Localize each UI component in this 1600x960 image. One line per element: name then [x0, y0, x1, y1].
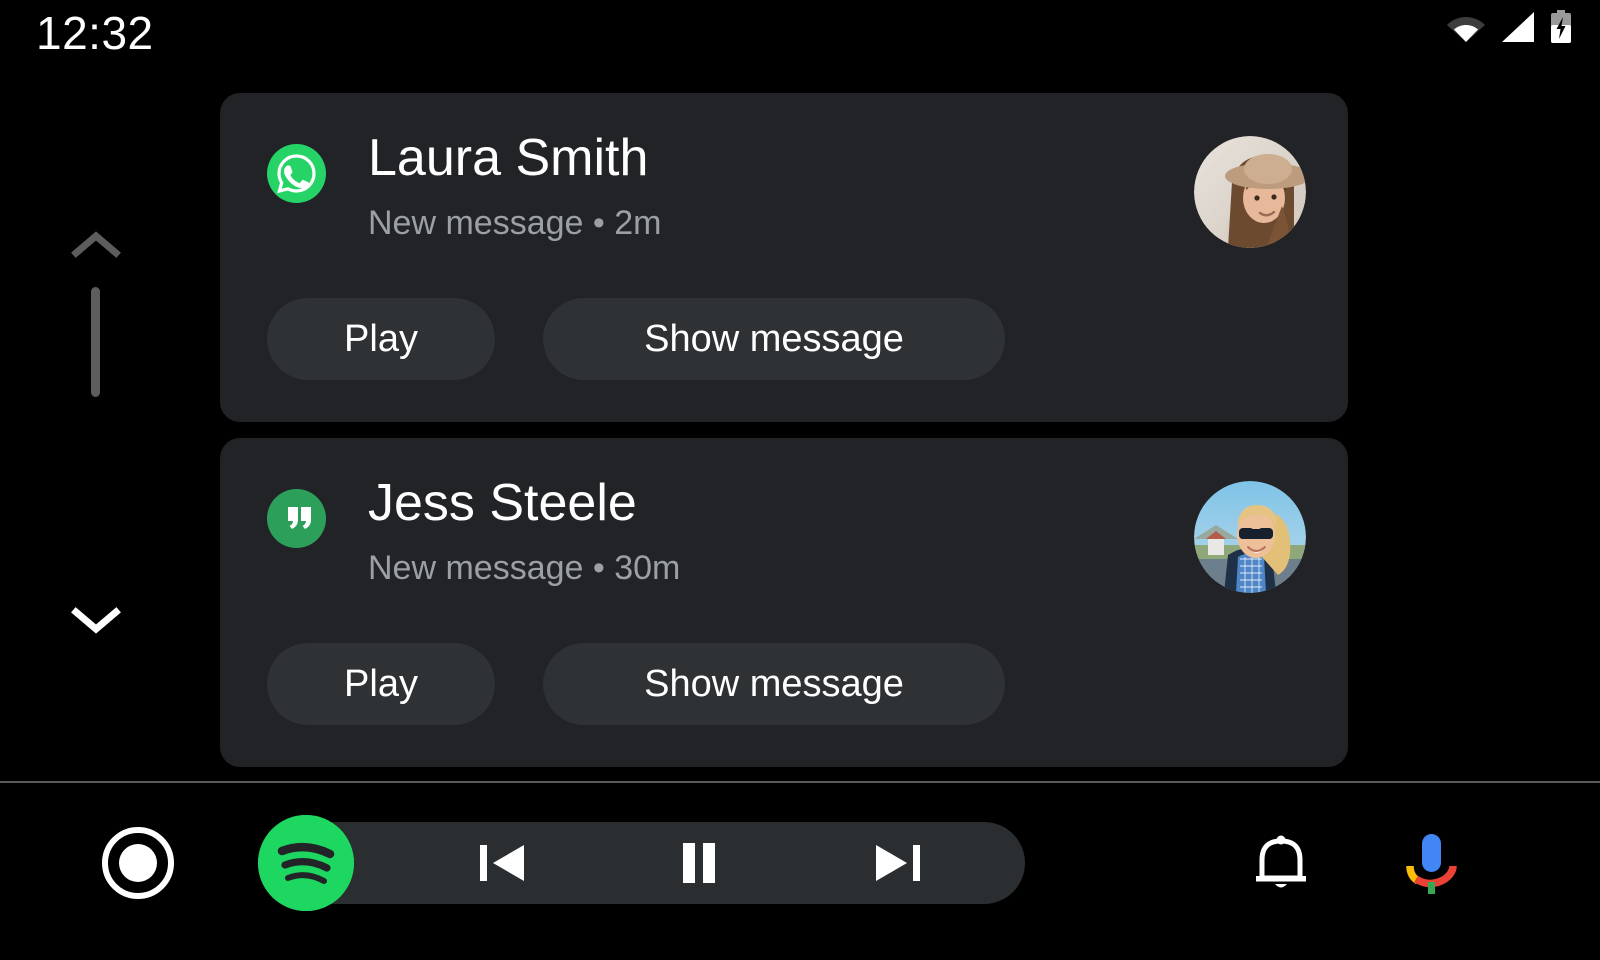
status-icons: [1446, 10, 1572, 44]
spotify-icon[interactable]: [258, 815, 354, 911]
skip-previous-button[interactable]: [468, 828, 538, 898]
skip-next-button[interactable]: [862, 828, 932, 898]
scroll-rail: [64, 215, 128, 665]
notification-header: Jess Steele New message • 30m: [220, 438, 1348, 603]
show-message-button[interactable]: Show message: [543, 643, 1005, 725]
notification-text: Laura Smith New message • 2m: [368, 123, 661, 247]
notification-sender: Laura Smith: [368, 129, 649, 187]
notification-header: Laura Smith New message • 2m: [220, 93, 1348, 258]
whatsapp-icon: [267, 144, 326, 203]
google-assistant-mic-icon[interactable]: [1395, 828, 1467, 900]
scrollbar-thumb[interactable]: [91, 287, 100, 397]
hangouts-icon: [267, 489, 326, 548]
notification-text: Jess Steele New message • 30m: [368, 468, 680, 592]
show-message-button[interactable]: Show message: [543, 298, 1005, 380]
scroll-down-button[interactable]: [64, 600, 128, 640]
notification-actions: Play Show message: [267, 298, 1005, 380]
notification-card[interactable]: Jess Steele New message • 30m Play Show …: [220, 438, 1348, 767]
jess-steele-avatar: [1194, 481, 1306, 593]
play-button[interactable]: Play: [267, 298, 495, 380]
play-button[interactable]: Play: [267, 643, 495, 725]
notifications-bell-icon[interactable]: [1245, 828, 1317, 900]
android-auto-notification-screen: 12:32 Laura Smith New message • 2m Play …: [0, 0, 1600, 960]
wifi-icon: [1446, 11, 1486, 43]
cellular-signal-icon: [1500, 11, 1536, 43]
battery-charging-icon: [1550, 10, 1572, 44]
notification-actions: Play Show message: [267, 643, 1005, 725]
notification-list: Laura Smith New message • 2m Play Show m…: [220, 93, 1348, 767]
status-clock: 12:32: [36, 7, 154, 59]
notification-subline: New message • 30m: [368, 549, 681, 587]
notification-sender: Jess Steele: [368, 474, 637, 532]
home-button[interactable]: [100, 825, 176, 901]
status-bar: 12:32: [0, 0, 1600, 70]
laura-smith-avatar: [1194, 136, 1306, 248]
pause-button[interactable]: [664, 828, 734, 898]
notification-subline: New message • 2m: [368, 204, 662, 242]
scroll-up-button[interactable]: [64, 225, 128, 265]
notification-card[interactable]: Laura Smith New message • 2m Play Show m…: [220, 93, 1348, 422]
